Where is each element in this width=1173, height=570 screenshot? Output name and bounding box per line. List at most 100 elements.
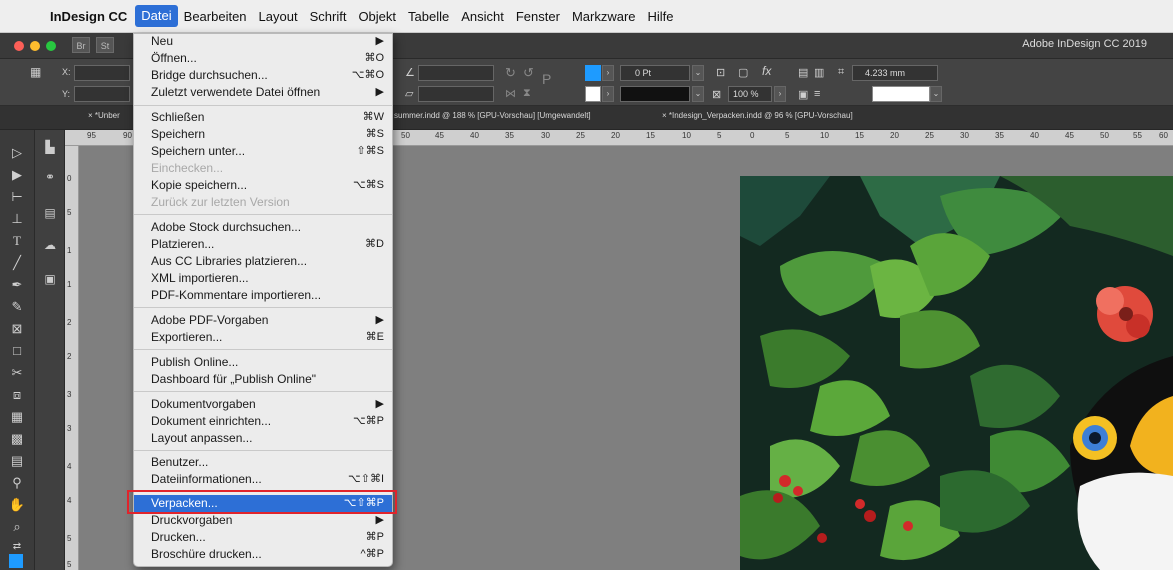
opacity-dropdown[interactable]: › bbox=[774, 86, 786, 102]
menu-layout[interactable]: Layout bbox=[253, 0, 304, 33]
align-center-icon[interactable]: ▥ bbox=[814, 66, 824, 79]
pen-tool-icon[interactable]: ✒ bbox=[6, 276, 28, 294]
menu-item-exportieren[interactable]: Exportieren... ⌘E bbox=[134, 330, 392, 346]
menu-item-benutzer[interactable]: Benutzer... bbox=[134, 455, 392, 471]
menu-datei[interactable]: Datei bbox=[135, 5, 178, 27]
menu-item-dateiinformationen[interactable]: Dateiinformationen... ⌥⇧⌘I bbox=[134, 472, 392, 488]
menu-item-cc-libraries[interactable]: Aus CC Libraries platzieren... bbox=[134, 254, 392, 270]
bridge-badge[interactable]: Br bbox=[72, 37, 90, 53]
eyedropper-tool-icon[interactable]: ⚲ bbox=[6, 474, 28, 492]
menu-fenster[interactable]: Fenster bbox=[510, 0, 566, 33]
menu-item-platzieren[interactable]: Platzieren... ⌘D bbox=[134, 237, 392, 253]
menu-item-adobe-pdf-vorgaben[interactable]: Adobe PDF-Vorgaben ▶ bbox=[134, 313, 392, 329]
pages-panel-icon[interactable]: ▙ bbox=[42, 140, 58, 154]
shear-angle-field[interactable] bbox=[418, 86, 494, 102]
menu-item-schliessen[interactable]: Schließen ⌘W bbox=[134, 110, 392, 126]
highlight-callout bbox=[127, 490, 397, 514]
menu-item-xml-importieren[interactable]: XML importieren... bbox=[134, 271, 392, 287]
content-collector-icon[interactable]: ⊥ bbox=[6, 210, 28, 228]
fill-dropdown[interactable]: › bbox=[602, 65, 614, 81]
rotate-cw-icon[interactable]: ↻ bbox=[505, 65, 516, 81]
reference-point-icon[interactable]: ▦ bbox=[30, 65, 41, 79]
fill-swatch[interactable] bbox=[585, 65, 601, 81]
menu-item-zuletzt-verwendete[interactable]: Zuletzt verwendete Datei öffnen ▶ bbox=[134, 85, 392, 101]
close-window-button[interactable] bbox=[14, 41, 24, 51]
flip-vertical-icon[interactable]: ⧗ bbox=[523, 87, 531, 100]
dimension-field[interactable]: 4.233 mm bbox=[852, 65, 938, 81]
stroke-weight-dropdown[interactable]: ⌄ bbox=[692, 65, 704, 81]
fill-color-swatch[interactable] bbox=[9, 554, 23, 568]
menu-item-drucken[interactable]: Drucken... ⌘P bbox=[134, 530, 392, 546]
menu-item-druckvorgaben[interactable]: Druckvorgaben ▶ bbox=[134, 513, 392, 529]
layers-panel-icon[interactable]: ▤ bbox=[42, 206, 58, 220]
swatches-panel-icon[interactable]: ▣ bbox=[42, 272, 58, 286]
scissors-tool-icon[interactable]: ✂ bbox=[6, 364, 28, 382]
x-position-field[interactable] bbox=[74, 65, 130, 81]
menu-objekt[interactable]: Objekt bbox=[352, 0, 402, 33]
menu-item-kopie-speichern[interactable]: Kopie speichern... ⌥⌘S bbox=[134, 178, 392, 194]
menu-item-speichern-unter[interactable]: Speichern unter... ⇧⌘S bbox=[134, 144, 392, 160]
tab-unbenannt[interactable]: × *Unber bbox=[88, 111, 120, 120]
zoom-window-button[interactable] bbox=[46, 41, 56, 51]
zoom-tool-icon[interactable]: ⌕ bbox=[6, 518, 28, 536]
distribute-spacing-icon[interactable]: ≡ bbox=[814, 88, 820, 100]
menu-hilfe[interactable]: Hilfe bbox=[642, 0, 680, 33]
menu-app-name[interactable]: InDesign CC bbox=[44, 0, 133, 33]
rectangle-tool-icon[interactable]: □ bbox=[6, 342, 28, 360]
menu-item-layout-anpassen[interactable]: Layout anpassen... bbox=[134, 431, 392, 447]
stock-badge[interactable]: St bbox=[96, 37, 114, 53]
menu-tabelle[interactable]: Tabelle bbox=[402, 0, 455, 33]
frame-icon[interactable]: ▢ bbox=[738, 66, 748, 79]
flip-icon[interactable]: P bbox=[542, 71, 551, 87]
rotate-angle-field[interactable] bbox=[418, 65, 494, 81]
align-left-icon[interactable]: ▤ bbox=[798, 66, 808, 79]
gradient-feather-tool-icon[interactable]: ▩ bbox=[6, 430, 28, 448]
line-tool-icon[interactable]: ╱ bbox=[6, 254, 28, 272]
page-tool-icon[interactable]: ⊢ bbox=[6, 188, 28, 206]
color-swatch-field[interactable] bbox=[872, 86, 930, 102]
menu-item-speichern[interactable]: Speichern ⌘S bbox=[134, 127, 392, 143]
type-tool-icon[interactable]: T bbox=[6, 232, 28, 250]
effects-icon[interactable]: fx bbox=[762, 64, 771, 78]
menu-ansicht[interactable]: Ansicht bbox=[455, 0, 510, 33]
color-swatch-dropdown[interactable]: ⌄ bbox=[930, 86, 942, 102]
tab-indesign-verpacken[interactable]: × *Indesign_Verpacken.indd @ 96 % [GPU-V… bbox=[662, 111, 853, 120]
menu-markzware[interactable]: Markzware bbox=[566, 0, 642, 33]
menu-item-broschuere-drucken[interactable]: Broschüre drucken... ^⌘P bbox=[134, 547, 392, 563]
gradient-swatch-tool-icon[interactable]: ▦ bbox=[6, 408, 28, 426]
menu-item-dokumentvorgaben[interactable]: Dokumentvorgaben ▶ bbox=[134, 397, 392, 413]
menu-item-oeffnen[interactable]: Öffnen... ⌘O bbox=[134, 51, 392, 67]
note-tool-icon[interactable]: ▤ bbox=[6, 452, 28, 470]
stroke-dropdown[interactable]: › bbox=[602, 86, 614, 102]
menu-item-neu[interactable]: Neu ▶ bbox=[134, 34, 392, 50]
stroke-type-dropdown[interactable]: ⌄ bbox=[692, 86, 704, 102]
menu-item-adobe-stock[interactable]: Adobe Stock durchsuchen... bbox=[134, 220, 392, 236]
menu-item-publish-online[interactable]: Publish Online... bbox=[134, 355, 392, 371]
stroke-swatch[interactable] bbox=[585, 86, 601, 102]
opacity-field[interactable]: 100 % bbox=[728, 86, 772, 102]
menu-schrift[interactable]: Schrift bbox=[304, 0, 353, 33]
links-panel-icon[interactable]: ⚭ bbox=[42, 170, 58, 184]
frame-fitting-icon[interactable]: ⊡ bbox=[716, 66, 725, 79]
cc-libraries-icon[interactable]: ☁ bbox=[42, 238, 58, 252]
tab-summer[interactable]: summer.indd @ 188 % [GPU-Vorschau] [Umge… bbox=[394, 111, 591, 120]
pencil-tool-icon[interactable]: ✎ bbox=[6, 298, 28, 316]
stroke-weight-field[interactable]: 0 Pt bbox=[620, 65, 690, 81]
y-position-field[interactable] bbox=[74, 86, 130, 102]
distribute-icon[interactable]: ▣ bbox=[798, 88, 808, 101]
selection-tool-icon[interactable]: ▷ bbox=[6, 144, 28, 162]
direct-selection-tool-icon[interactable]: ▶ bbox=[6, 166, 28, 184]
document-artwork[interactable] bbox=[740, 176, 1173, 570]
menu-item-bridge-durchsuchen[interactable]: Bridge durchsuchen... ⌥⌘O bbox=[134, 68, 392, 84]
free-transform-tool-icon[interactable]: ⧈ bbox=[6, 386, 28, 404]
minimize-window-button[interactable] bbox=[30, 41, 40, 51]
menu-item-dokument-einrichten[interactable]: Dokument einrichten... ⌥⌘P bbox=[134, 414, 392, 430]
menu-item-dashboard-publish-online[interactable]: Dashboard für „Publish Online" bbox=[134, 372, 392, 388]
rectangle-frame-tool-icon[interactable]: ⊠ bbox=[6, 320, 28, 338]
menu-bearbeiten[interactable]: Bearbeiten bbox=[178, 0, 253, 33]
flip-horizontal-icon[interactable]: ⋈ bbox=[505, 87, 516, 100]
hand-tool-icon[interactable]: ✋ bbox=[6, 496, 28, 514]
menu-item-pdf-kommentare[interactable]: PDF-Kommentare importieren... bbox=[134, 288, 392, 304]
rotate-ccw-icon[interactable]: ↺ bbox=[523, 65, 534, 81]
stroke-type-field[interactable] bbox=[620, 86, 690, 102]
